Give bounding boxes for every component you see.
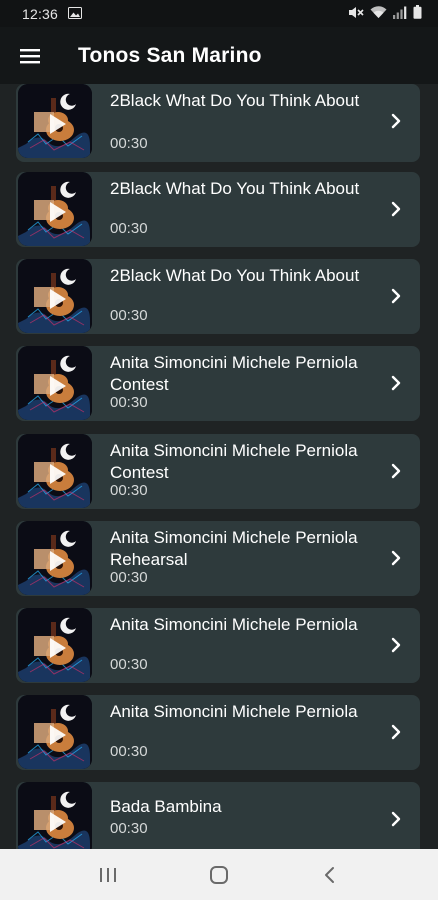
recent-apps-button[interactable] <box>83 855 133 895</box>
guitar-play-icon <box>18 172 92 246</box>
song-title: Anita Simoncini Michele Perniola Contest <box>110 441 372 482</box>
chevron-right-icon[interactable] <box>388 462 404 480</box>
song-title: Anita Simoncini Michele Perniola <box>110 702 358 721</box>
home-button[interactable] <box>194 855 244 895</box>
chevron-right-icon[interactable] <box>388 810 404 828</box>
song-duration: 00:30 <box>110 482 148 499</box>
song-item[interactable]: Anita Simoncini Michele Perniola Contest… <box>16 434 420 509</box>
song-title: Anita Simoncini Michele Perniola <box>110 615 358 634</box>
song-item[interactable]: Anita Simoncini Michele Perniola Contest… <box>16 346 420 421</box>
song-duration: 00:30 <box>110 743 148 760</box>
chevron-right-icon[interactable] <box>388 636 404 654</box>
guitar-play-icon <box>18 782 92 849</box>
status-time: 12:36 <box>22 5 59 22</box>
song-thumbnail <box>18 695 92 769</box>
song-title: Anita Simoncini Michele Perniola Contest <box>110 353 372 394</box>
song-list[interactable]: 2Black What Do You Think About 00:30 2Bl… <box>0 84 438 849</box>
status-right <box>348 5 422 22</box>
guitar-play-icon <box>18 434 92 508</box>
song-title: Bada Bambina <box>110 797 222 816</box>
mute-icon <box>348 6 364 22</box>
song-thumbnail <box>18 259 92 333</box>
system-nav-bar <box>0 849 438 900</box>
song-item[interactable]: 2Black What Do You Think About 00:30 <box>16 259 420 334</box>
song-duration: 00:30 <box>110 307 148 324</box>
song-thumbnail <box>18 172 92 246</box>
chevron-right-icon[interactable] <box>388 200 404 218</box>
guitar-play-icon <box>18 608 92 682</box>
guitar-play-icon <box>18 521 92 595</box>
menu-button[interactable] <box>0 27 60 84</box>
battery-icon <box>413 5 422 22</box>
back-icon <box>325 866 335 883</box>
guitar-play-icon <box>18 259 92 333</box>
song-thumbnail <box>18 608 92 682</box>
chevron-right-icon[interactable] <box>388 112 404 130</box>
song-duration: 00:30 <box>110 656 148 673</box>
status-left: 12:36 <box>22 5 83 22</box>
song-title: 2Black What Do You Think About <box>110 91 360 110</box>
gallery-notification-icon <box>68 6 83 22</box>
song-duration: 00:30 <box>110 569 148 586</box>
guitar-play-icon <box>18 84 92 158</box>
song-item[interactable]: Anita Simoncini Michele Perniola 00:30 <box>16 608 420 683</box>
chevron-right-icon[interactable] <box>388 287 404 305</box>
chevron-right-icon[interactable] <box>388 549 404 567</box>
status-bar: 12:36 <box>0 0 438 27</box>
app-bar: Tonos San Marino <box>0 27 438 84</box>
song-duration: 00:30 <box>110 135 148 152</box>
song-title: Anita Simoncini Michele Perniola Rehears… <box>110 528 372 569</box>
guitar-play-icon <box>18 346 92 420</box>
song-thumbnail <box>18 521 92 595</box>
recent-apps-icon <box>99 867 116 882</box>
song-item[interactable]: 2Black What Do You Think About 00:30 <box>16 172 420 247</box>
chevron-right-icon[interactable] <box>388 374 404 392</box>
song-thumbnail <box>18 346 92 420</box>
song-thumbnail <box>18 782 92 849</box>
song-item[interactable]: 2Black What Do You Think About 00:30 <box>16 84 420 162</box>
wifi-icon <box>370 5 387 22</box>
signal-icon <box>393 6 407 22</box>
song-item[interactable]: Bada Bambina 00:30 <box>16 782 420 849</box>
song-title: 2Black What Do You Think About <box>110 266 360 285</box>
guitar-play-icon <box>18 695 92 769</box>
song-duration: 00:30 <box>110 394 148 411</box>
song-title: 2Black What Do You Think About <box>110 179 360 198</box>
menu-icon <box>20 48 40 63</box>
back-button[interactable] <box>305 855 355 895</box>
song-item[interactable]: Anita Simoncini Michele Perniola Rehears… <box>16 521 420 596</box>
song-duration: 00:30 <box>110 220 148 237</box>
song-thumbnail <box>18 434 92 508</box>
chevron-right-icon[interactable] <box>388 723 404 741</box>
home-icon <box>209 865 228 884</box>
song-duration: 00:30 <box>110 820 148 837</box>
screen: 12:36 Tonos San Marino 2Black What Do Yo… <box>0 0 438 900</box>
page-title: Tonos San Marino <box>78 43 262 67</box>
song-thumbnail <box>18 84 92 158</box>
song-item[interactable]: Anita Simoncini Michele Perniola 00:30 <box>16 695 420 770</box>
